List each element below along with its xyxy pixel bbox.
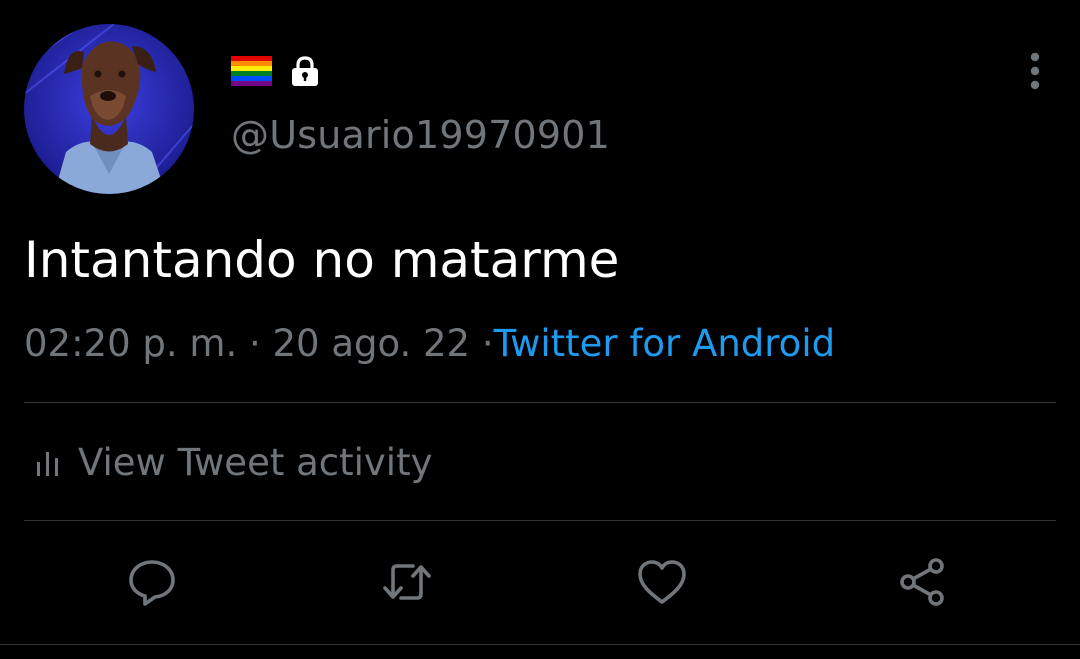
tweet-metadata: 02:20 p. m. · 20 ago. 22 ·Twitter for An… [24,320,835,368]
user-handle[interactable]: @Usuario19970901 [231,112,610,158]
meta-separator: · [248,322,261,365]
view-tweet-activity-button[interactable]: View Tweet activity [34,438,432,488]
bar-chart-icon [37,452,58,476]
avatar[interactable] [24,24,194,194]
tweet-action-bar [0,548,1080,618]
divider [24,520,1056,521]
more-vertical-icon[interactable] [1021,50,1049,92]
tweet-time: 02:20 p. m. [24,322,238,365]
divider [24,402,1056,403]
tweet-date: 20 ago. 22 [272,322,471,365]
lock-icon [292,56,318,86]
dog-avatar-image [24,24,194,194]
rainbow-pride-flag-icon [231,56,272,86]
meta-separator: · [481,322,494,365]
retweet-icon[interactable] [381,556,433,608]
user-badges [231,54,322,88]
tweet-text: Intantando no matarme [24,231,620,289]
tweet-source-link[interactable]: Twitter for Android [494,322,835,365]
share-icon[interactable] [896,556,948,608]
divider [0,644,1080,645]
reply-icon[interactable] [126,556,178,608]
view-tweet-activity-label: View Tweet activity [78,441,433,484]
heart-icon[interactable] [636,556,688,608]
